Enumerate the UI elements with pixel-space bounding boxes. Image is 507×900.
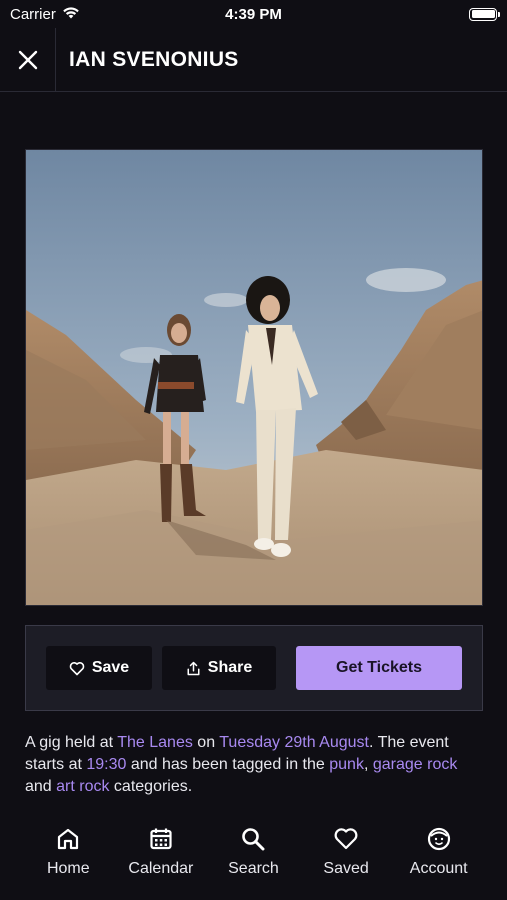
status-bar: Carrier 4:39 PM <box>0 0 507 28</box>
heart-icon <box>69 661 85 675</box>
desc-text: A gig held at <box>25 734 118 751</box>
venue-link[interactable]: The Lanes <box>117 734 193 751</box>
tag-link-punk[interactable]: punk <box>329 756 364 773</box>
share-label: Share <box>207 659 253 676</box>
tab-label: Saved <box>323 860 369 877</box>
battery-icon <box>469 7 500 21</box>
tab-label: Calendar <box>128 860 194 877</box>
tab-bar: Home Calendar Search Saved Account <box>0 820 507 900</box>
tab-saved[interactable]: Saved <box>306 820 386 900</box>
desc-text: on <box>192 734 220 751</box>
battery-fill <box>471 10 495 18</box>
save-label: Save <box>91 659 130 676</box>
desc-text: categories. <box>109 778 193 795</box>
account-icon <box>427 827 450 851</box>
status-left: Carrier <box>10 6 80 23</box>
desc-text: and has been tagged in the <box>126 756 330 773</box>
tag-link-garage-rock[interactable]: garage rock <box>373 756 458 773</box>
tab-account[interactable]: Account <box>399 820 479 900</box>
time-link[interactable]: 19:30 <box>86 756 126 773</box>
artist-photo <box>25 149 483 606</box>
header: IAN SVENONIUS <box>0 27 507 92</box>
tab-label: Home <box>46 860 90 877</box>
carrier-label: Carrier <box>10 5 56 23</box>
close-button[interactable] <box>0 27 56 92</box>
get-tickets-button[interactable]: Get Tickets <box>296 646 462 690</box>
share-icon <box>187 661 200 675</box>
desc-text: and <box>25 778 57 795</box>
tab-calendar[interactable]: Calendar <box>121 820 201 900</box>
date-link[interactable]: Tuesday 29th August <box>219 734 369 751</box>
close-icon <box>18 50 37 69</box>
tab-search[interactable]: Search <box>213 820 293 900</box>
search-icon <box>242 828 265 851</box>
tab-home[interactable]: Home <box>28 820 108 900</box>
desc-text: , <box>363 756 373 773</box>
share-button[interactable]: Share <box>162 646 276 690</box>
calendar-icon <box>150 828 172 850</box>
event-description: A gig held at The Lanes on Tuesday 29th … <box>25 732 485 798</box>
heart-icon <box>334 828 358 850</box>
action-panel: Save Share Get Tickets <box>25 625 483 711</box>
wifi-icon <box>62 6 80 23</box>
save-button[interactable]: Save <box>46 646 152 690</box>
tab-label: Search <box>228 860 279 877</box>
home-icon <box>58 828 79 850</box>
tab-label: Account <box>409 860 468 877</box>
page-title: IAN SVENONIUS <box>69 47 239 71</box>
tag-link-art-rock[interactable]: art rock <box>56 778 109 795</box>
